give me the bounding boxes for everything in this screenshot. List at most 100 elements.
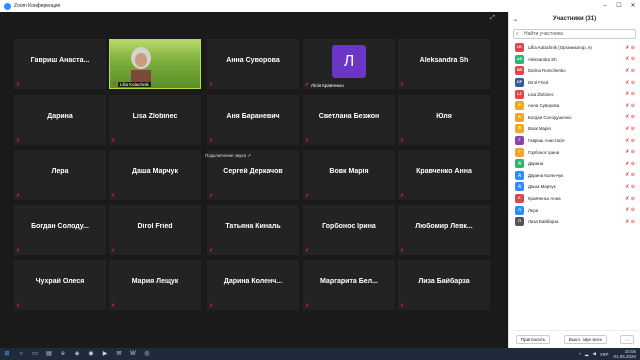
mic-video-off-icon[interactable]: ✗ ⊘ [625,45,635,51]
mic-video-off-icon[interactable]: ✗ ⊘ [625,80,635,86]
zoom-icon[interactable]: ◎ [140,348,154,360]
close-button[interactable]: ✕ [626,0,640,12]
minimize-button[interactable]: – [598,0,612,12]
explorer-icon[interactable]: ▤ [42,348,56,360]
word-icon[interactable]: W [126,348,140,360]
mic-video-off-icon[interactable]: ✗ ⊘ [625,68,635,74]
participant-row[interactable]: Г Горбонос Ірина ✗ ⊘ [509,146,640,158]
participant-row[interactable]: Д Даша Марчук ✗ ⊘ [509,181,640,193]
video-tile[interactable]: Dirol Fried ✗ [109,205,201,255]
video-tile[interactable]: Аня Бараневич ✗ [207,95,299,145]
mic-video-off-icon[interactable]: ✗ ⊘ [625,184,635,190]
participant-name-overlay: Lilia Kalachnik [118,82,151,87]
video-tile[interactable]: Кравченко Анна ✗ [398,150,490,200]
search-participant-input[interactable]: ⌕ Найти участника [513,29,636,39]
tray-arrow-icon[interactable]: ^ [579,352,581,357]
mic-video-off-icon[interactable]: ✗ ⊘ [625,172,635,178]
participant-row[interactable]: Л Лиза Байбарза ✗ ⊘ [509,216,640,228]
mic-muted-icon: ✗ [209,193,214,199]
participant-name: Дарина [47,113,73,120]
collapse-icon[interactable]: ⌄ [513,16,518,23]
maximize-button[interactable]: ☐ [612,0,626,12]
mic-video-off-icon[interactable]: ✗ ⊘ [625,126,635,132]
mic-muted-icon: ✗ [400,303,405,309]
video-tile[interactable]: Aleksandra Sh ✗ [398,39,490,89]
mic-video-off-icon[interactable]: ✗ ⊘ [625,149,635,155]
participant-row[interactable]: Б Богдан Солодушенко ✗ ⊘ [509,112,640,124]
participant-row[interactable]: Г Гавриш Анастасія ✗ ⊘ [509,135,640,147]
mic-muted-icon: ✗ [305,193,310,199]
search-icon[interactable]: ○ [14,348,28,360]
participant-row[interactable]: А Анна Суворова ✗ ⊘ [509,100,640,112]
mic-video-off-icon[interactable]: ✗ ⊘ [625,103,635,109]
chrome-icon[interactable]: ◉ [84,348,98,360]
video-tile[interactable]: Дарина Коленч... ✗ [207,260,299,310]
video-tile[interactable]: Даша Марчук ✗ [109,150,201,200]
participant-row[interactable]: DF Dirol Fried ✗ ⊘ [509,77,640,89]
participant-video-image [131,47,151,84]
participant-row[interactable]: DR Darina Romchenko ✗ ⊘ [509,65,640,77]
video-tile[interactable]: Lisa Zlobinec ✗ [109,95,201,145]
video-tile[interactable]: Татьяна Киналь ✗ [207,205,299,255]
video-tile[interactable]: Светлана Безжон ✗ [303,95,395,145]
video-tile[interactable]: Юля ✗ [398,95,490,145]
invite-button[interactable]: Пригласить [515,335,551,344]
mic-video-off-icon[interactable]: ✗ ⊘ [625,207,635,213]
video-tile[interactable]: Гавриш Анаста... ✗ [14,39,106,89]
windows-logo-icon[interactable]: ⊞ [0,348,14,360]
mic-video-off-icon[interactable]: ✗ ⊘ [625,161,635,167]
mic-video-off-icon[interactable]: ✗ ⊘ [625,196,635,202]
mic-video-off-icon[interactable]: ✗ ⊘ [625,138,635,144]
participant-row[interactable]: Д Дарина ✗ ⊘ [509,158,640,170]
more-button[interactable]: ... [620,335,635,344]
video-tile[interactable]: Лиза Байбарза ✗ [398,260,490,310]
title-bar: Zoom Конференция – ☐ ✕ [0,0,640,12]
participant-row[interactable]: Д Дарина Коленчук ✗ ⊘ [509,170,640,182]
video-tile[interactable]: Любомир Левк... ✗ [398,205,490,255]
video-tile[interactable]: ✗ Lilia Kalachnik [109,39,201,89]
participant-name: Горбонос Ірина [528,149,560,155]
participant-row[interactable]: В Вовк Марія ✗ ⊘ [509,123,640,135]
mic-muted-icon: ✗ [209,303,214,309]
language-indicator[interactable]: УКР [600,352,608,357]
store-icon[interactable]: ◈ [70,348,84,360]
participant-name: Кравченко Анна [528,196,561,202]
mic-muted-icon: ✗ [400,82,405,88]
clock[interactable]: 10:06 01.06.2020 [613,349,636,359]
participant-avatar: К [515,194,524,204]
participant-avatar: Д [515,159,524,169]
participant-avatar: Д [515,182,524,192]
video-tile[interactable]: Анна Суворова ✗ [207,39,299,89]
mail-icon[interactable]: ✉ [112,348,126,360]
participant-row[interactable]: AS Aleksandra Sh ✗ ⊘ [509,54,640,66]
video-tile[interactable]: Дарина ✗ [14,95,106,145]
task-view-icon[interactable]: ▭ [28,348,42,360]
mute-all-button[interactable]: Выкл. звук всех [563,335,607,344]
mic-muted-icon: ✗ [16,193,21,199]
video-icon[interactable]: ▶ [98,348,112,360]
video-tile[interactable]: Горбонос Ірина ✗ [303,205,395,255]
mic-video-off-icon[interactable]: ✗ ⊘ [625,114,635,120]
participant-row[interactable]: LZ Lisa Zlobinec ✗ ⊘ [509,88,640,100]
mic-video-off-icon[interactable]: ✗ ⊘ [625,56,635,62]
mic-video-off-icon[interactable]: ✗ ⊘ [625,219,635,225]
video-tile[interactable]: Л ✗ Лілія Кравченко [303,39,395,89]
mic-muted-icon: ✗ [111,193,116,199]
video-tile[interactable]: Чухрай Олеся ✗ [14,260,106,310]
participant-row[interactable]: К Кравченко Анна ✗ ⊘ [509,193,640,205]
mic-video-off-icon[interactable]: ✗ ⊘ [625,91,635,97]
participant-row[interactable]: LK Lillia Kalachnik (Организатор, я) ✗ ⊘ [509,42,640,54]
mic-muted-icon: ✗ [111,303,116,309]
participant-row[interactable]: Л Лера ✗ ⊘ [509,204,640,216]
fullscreen-icon[interactable]: ⤢ [490,15,495,22]
video-tile[interactable]: Маргарита Бел... ✗ [303,260,395,310]
wifi-icon[interactable]: ▂ [585,351,588,357]
participant-name: Лера [51,168,69,175]
participant-name: Aleksandra Sh [419,57,469,64]
video-tile[interactable]: Лера ✗ [14,150,106,200]
video-tile[interactable]: Вовк Марія ✗ [303,150,395,200]
edge-icon[interactable]: e [56,348,70,360]
volume-icon[interactable]: ◀ [593,351,596,357]
video-tile[interactable]: Богдан Солоду... ✗ [14,205,106,255]
video-tile[interactable]: Мария Лещук ✗ [109,260,201,310]
